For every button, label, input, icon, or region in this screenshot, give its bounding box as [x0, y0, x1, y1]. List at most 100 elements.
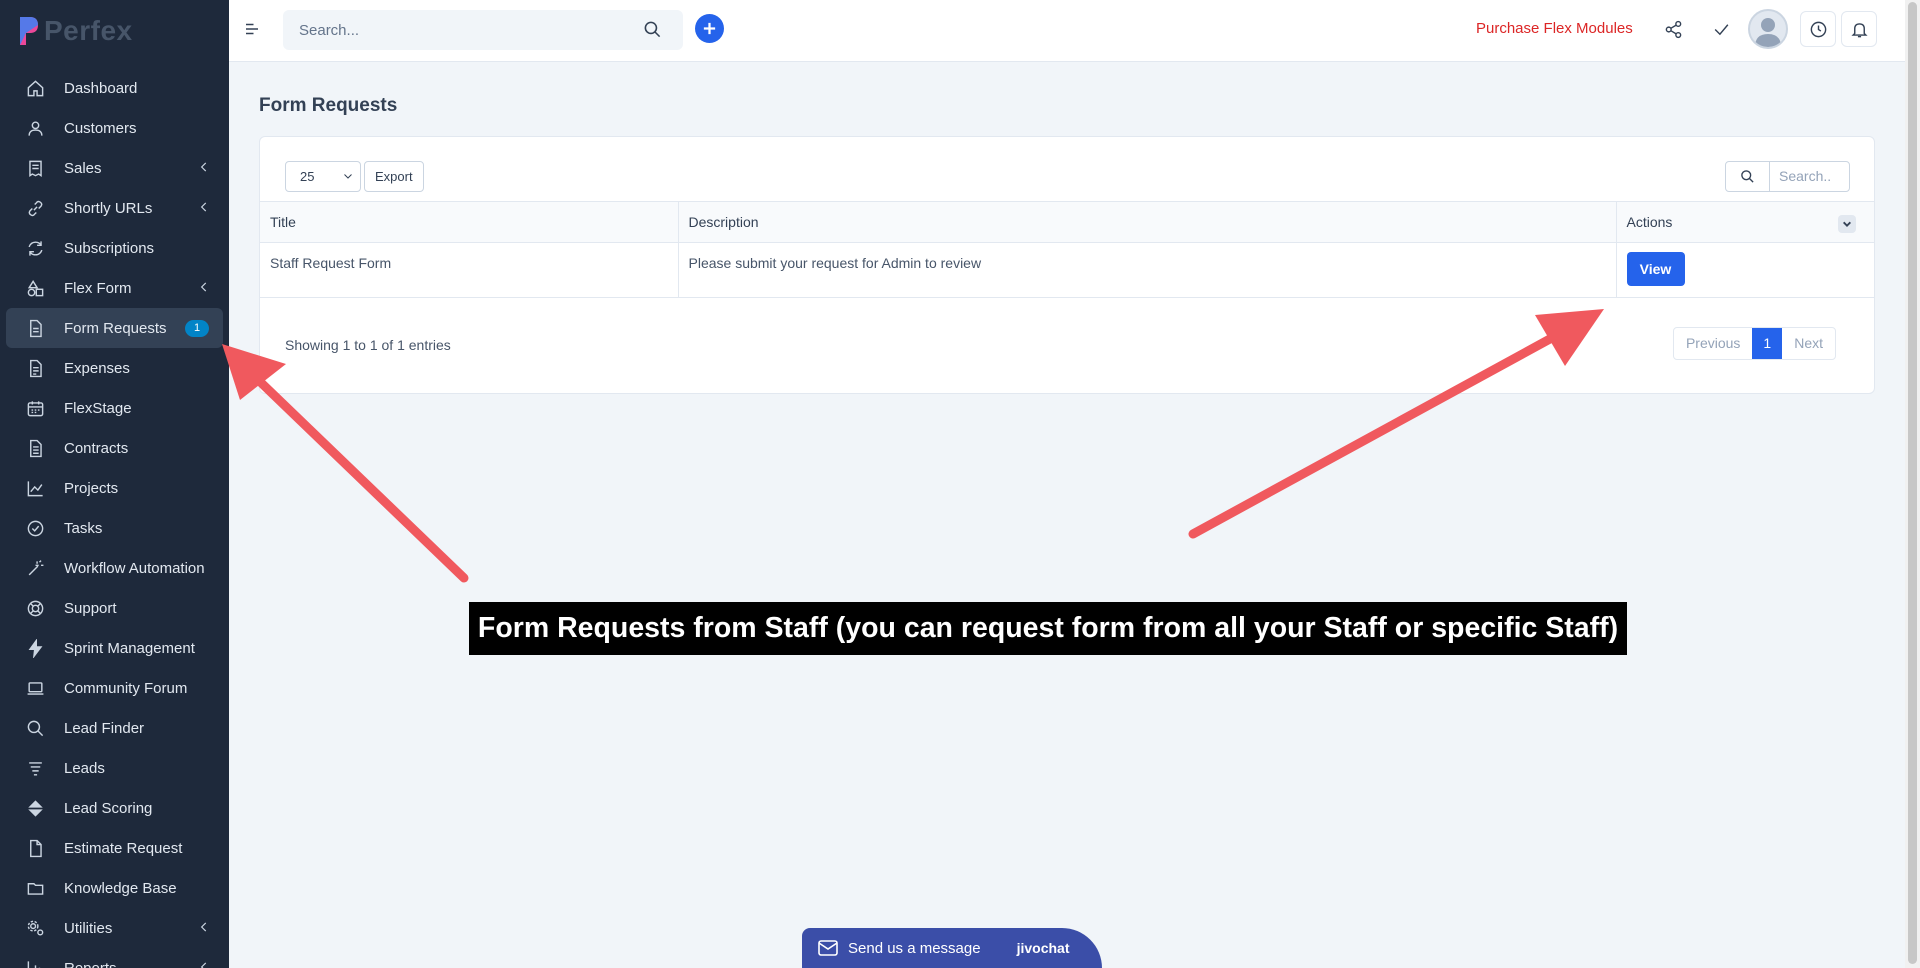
- column-header-label: Actions: [1627, 214, 1673, 230]
- table-search-input[interactable]: Search..: [1770, 162, 1831, 191]
- sidebar-item-label: Form Requests: [64, 320, 167, 337]
- folder-icon: [24, 877, 46, 899]
- sidebar-item-contracts[interactable]: Contracts: [6, 428, 223, 468]
- logo[interactable]: Perfex: [0, 0, 229, 62]
- sidebar-item-subscriptions[interactable]: Subscriptions: [6, 228, 223, 268]
- sidebar-item-label: Estimate Request: [64, 840, 182, 857]
- checkmark-icon[interactable]: [1708, 16, 1734, 42]
- laptop-icon: [24, 677, 46, 699]
- chart-icon: [24, 957, 46, 968]
- sidebar-item-label: Community Forum: [64, 680, 187, 697]
- document-icon: [24, 317, 46, 339]
- global-search-input[interactable]: [299, 22, 639, 39]
- page-scrollbar[interactable]: [1905, 0, 1920, 968]
- logo-text: Perfex: [44, 15, 133, 47]
- user-avatar-icon: [1750, 11, 1786, 47]
- sidebar-item-sprint-management[interactable]: Sprint Management: [6, 628, 223, 668]
- sidebar-item-flex-form[interactable]: Flex Form: [6, 268, 223, 308]
- calendar-icon: [24, 397, 46, 419]
- pagination-next[interactable]: Next: [1782, 328, 1835, 359]
- sidebar-item-community-forum[interactable]: Community Forum: [6, 668, 223, 708]
- chevron-left-icon: [197, 960, 211, 968]
- file-text-icon: [24, 357, 46, 379]
- share-icon[interactable]: [1660, 16, 1686, 42]
- notifications-button[interactable]: [1841, 11, 1877, 47]
- sidebar-item-dashboard[interactable]: Dashboard: [6, 68, 223, 108]
- page-title: Form Requests: [259, 95, 397, 117]
- file-icon: [24, 837, 46, 859]
- check-circle-icon: [24, 517, 46, 539]
- sidebar-item-label: Customers: [64, 120, 137, 137]
- receipt-icon: [24, 157, 46, 179]
- sidebar-item-label: Projects: [64, 480, 118, 497]
- export-button[interactable]: Export: [364, 161, 424, 192]
- home-icon: [24, 77, 46, 99]
- row-description: Please submit your request for Admin to …: [678, 243, 1616, 298]
- sidebar-item-sales[interactable]: Sales: [6, 148, 223, 188]
- view-button[interactable]: View: [1627, 252, 1685, 286]
- refresh-icon: [24, 237, 46, 259]
- sidebar-nav: Dashboard Customers Sales Shortly URLs S…: [0, 62, 229, 968]
- cogs-icon: [24, 917, 46, 939]
- column-toggle-button[interactable]: [1838, 215, 1856, 233]
- sidebar-item-label: Subscriptions: [64, 240, 154, 257]
- timer-button[interactable]: [1800, 11, 1836, 47]
- search-icon[interactable]: [1726, 162, 1770, 191]
- chevron-left-icon: [197, 920, 211, 934]
- page-length-select[interactable]: 25: [285, 161, 361, 192]
- pagination-page-current[interactable]: 1: [1752, 328, 1782, 359]
- search-icon[interactable]: [643, 20, 663, 40]
- perfex-logo-icon: [18, 15, 40, 47]
- sidebar-item-label: Flex Form: [64, 280, 132, 297]
- sidebar-item-tasks[interactable]: Tasks: [6, 508, 223, 548]
- link-icon: [24, 197, 46, 219]
- column-header-title[interactable]: Title: [260, 202, 678, 243]
- lifebuoy-icon: [24, 597, 46, 619]
- avatar[interactable]: [1748, 9, 1788, 49]
- quick-create-button[interactable]: [695, 14, 724, 43]
- sidebar-item-customers[interactable]: Customers: [6, 108, 223, 148]
- sidebar-item-reports[interactable]: Reports: [6, 948, 223, 968]
- sidebar-item-shortly-urls[interactable]: Shortly URLs: [6, 188, 223, 228]
- column-header-description[interactable]: Description: [678, 202, 1616, 243]
- sidebar-item-label: Utilities: [64, 920, 112, 937]
- chat-widget-label: Send us a message: [848, 940, 981, 957]
- sidebar-item-lead-finder[interactable]: Lead Finder: [6, 708, 223, 748]
- menu-toggle-icon[interactable]: [243, 20, 263, 40]
- table-row: Staff Request Form Please submit your re…: [260, 243, 1874, 298]
- chevron-left-icon: [197, 280, 211, 294]
- plus-icon: [702, 21, 717, 36]
- sidebar-item-utilities[interactable]: Utilities: [6, 908, 223, 948]
- sidebar-item-workflow-automation[interactable]: Workflow Automation: [6, 548, 223, 588]
- page-length-value: 25: [300, 169, 314, 184]
- chevron-down-icon: [1842, 219, 1852, 229]
- chevron-down-icon: [342, 170, 354, 182]
- sidebar-item-support[interactable]: Support: [6, 588, 223, 628]
- funnel-icon: [24, 757, 46, 779]
- bolt-icon: [24, 637, 46, 659]
- sidebar-item-form-requests[interactable]: Form Requests 1: [6, 308, 223, 348]
- sidebar-item-estimate-request[interactable]: Estimate Request: [6, 828, 223, 868]
- purchase-flex-modules-link[interactable]: Purchase Flex Modules: [1476, 20, 1633, 37]
- sidebar-item-lead-scoring[interactable]: Lead Scoring: [6, 788, 223, 828]
- topbar: Purchase Flex Modules: [229, 0, 1905, 62]
- chat-widget[interactable]: Send us a message jivochat: [802, 928, 1102, 968]
- scrollbar-thumb[interactable]: [1908, 2, 1917, 964]
- sidebar-item-leads[interactable]: Leads: [6, 748, 223, 788]
- global-search: [283, 10, 683, 50]
- sidebar-item-flexstage[interactable]: FlexStage: [6, 388, 223, 428]
- sidebar-item-knowledge-base[interactable]: Knowledge Base: [6, 868, 223, 908]
- chevron-left-icon: [197, 200, 211, 214]
- sidebar-item-label: Knowledge Base: [64, 880, 177, 897]
- sidebar-item-projects[interactable]: Projects: [6, 468, 223, 508]
- form-requests-panel: 25 Export Search.. Title Description Act…: [259, 136, 1875, 394]
- sidebar-item-expenses[interactable]: Expenses: [6, 348, 223, 388]
- row-title-link[interactable]: Staff Request Form: [260, 243, 678, 298]
- sidebar-item-label: Dashboard: [64, 80, 137, 97]
- column-header-actions: Actions: [1616, 202, 1874, 243]
- table-search: Search..: [1725, 161, 1850, 192]
- count-badge: 1: [185, 320, 209, 337]
- pagination-previous[interactable]: Previous: [1674, 328, 1752, 359]
- sidebar-item-label: Sales: [64, 160, 102, 177]
- shapes-icon: [24, 277, 46, 299]
